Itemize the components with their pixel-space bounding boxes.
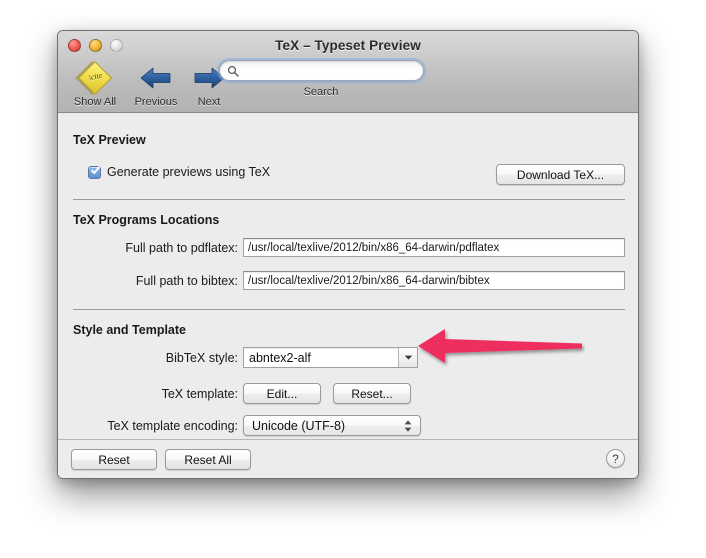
section-title-style-template: Style and Template bbox=[73, 323, 186, 337]
generate-previews-checkbox-row[interactable]: Generate previews using TeX bbox=[88, 165, 270, 179]
preferences-window: TeX – Typeset Preview \cite Show All Pre… bbox=[57, 30, 639, 479]
toolbar-item-show-all[interactable]: \cite Show All bbox=[64, 60, 126, 108]
reset-button[interactable]: Reset bbox=[71, 449, 157, 470]
template-encoding-popup[interactable]: Unicode (UTF-8) bbox=[243, 415, 421, 436]
help-button[interactable]: ? bbox=[606, 449, 625, 468]
generate-previews-label: Generate previews using TeX bbox=[107, 165, 271, 179]
reset-template-button[interactable]: Reset... bbox=[333, 383, 411, 404]
search-label: Search bbox=[303, 86, 339, 98]
generate-previews-checkbox[interactable] bbox=[88, 165, 101, 179]
bibtex-path-field[interactable]: /usr/local/texlive/2012/bin/x86_64-darwi… bbox=[243, 271, 625, 290]
reset-all-button[interactable]: Reset All bbox=[165, 449, 251, 470]
search-field[interactable] bbox=[218, 60, 424, 82]
label-bibtex-path: Full path to bibtex: bbox=[135, 274, 238, 288]
download-tex-button[interactable]: Download TeX... bbox=[496, 164, 625, 185]
bibtex-style-combo[interactable]: abntex2-alf bbox=[243, 347, 418, 368]
stepper-chevrons-icon[interactable] bbox=[399, 419, 420, 432]
left-arrow-icon bbox=[140, 67, 171, 89]
label-tex-template: TeX template: bbox=[161, 387, 238, 401]
toolbar-item-previous[interactable]: Previous bbox=[125, 61, 187, 108]
icon-container bbox=[125, 61, 187, 95]
toolbar: \cite Show All Previous Next Search bbox=[58, 59, 638, 113]
label-template-encoding: TeX template encoding: bbox=[107, 419, 238, 433]
section-title-tex-preview: TeX Preview bbox=[73, 133, 146, 147]
diamond-cite-icon: \cite bbox=[77, 60, 112, 95]
pdflatex-path-field[interactable]: /usr/local/texlive/2012/bin/x86_64-darwi… bbox=[243, 238, 625, 257]
checkmark-icon bbox=[91, 165, 100, 174]
chevron-down-icon[interactable] bbox=[398, 348, 417, 367]
toolbar-item-search: Search bbox=[216, 60, 426, 98]
preferences-content: TeX Preview Generate previews using TeX … bbox=[58, 113, 638, 478]
section-title-programs-locations: TeX Programs Locations bbox=[73, 213, 220, 227]
toolbar-label-previous: Previous bbox=[134, 96, 178, 108]
bibtex-style-value: abntex2-alf bbox=[249, 350, 311, 365]
separator-1 bbox=[73, 199, 625, 200]
search-icon bbox=[227, 65, 239, 77]
label-bibtex-style: BibTeX style: bbox=[165, 351, 238, 365]
window-title: TeX – Typeset Preview bbox=[275, 38, 421, 53]
toolbar-label-show-all: Show All bbox=[73, 96, 117, 108]
separator-2 bbox=[73, 309, 625, 310]
window-titlebar: TeX – Typeset Preview \cite Show All Pre… bbox=[58, 31, 638, 113]
label-pdflatex-path: Full path to pdflatex: bbox=[125, 241, 238, 255]
icon-container: \cite bbox=[64, 60, 126, 95]
edit-template-button[interactable]: Edit... bbox=[243, 383, 321, 404]
footer-bar: Reset Reset All ? bbox=[58, 439, 638, 478]
template-encoding-value: Unicode (UTF-8) bbox=[252, 418, 346, 433]
search-input[interactable] bbox=[243, 61, 418, 82]
screenshot-root: TeX – Typeset Preview \cite Show All Pre… bbox=[0, 0, 706, 558]
